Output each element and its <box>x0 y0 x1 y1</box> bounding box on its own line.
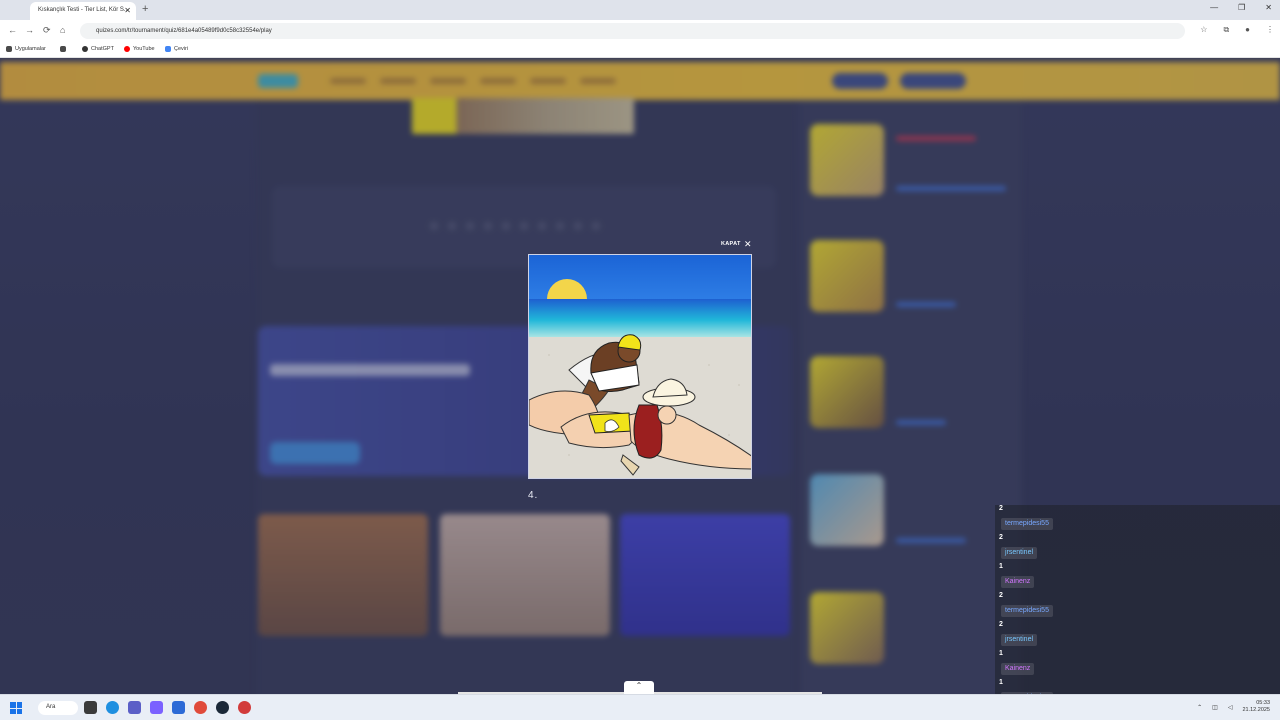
url-text: quizes.com/tr/tournament/quiz/681e4a0548… <box>96 28 272 34</box>
tab-strip: Kıskançlık Testi - Tier List, Kör S... ✕… <box>0 0 1280 20</box>
address-bar-row: ← → ⟳ ⌂ quizes.com/tr/tournament/quiz/68… <box>0 20 1280 42</box>
chat-count: 2 <box>999 534 1003 541</box>
apps-grid-icon <box>6 46 12 52</box>
chat-count: 2 <box>999 505 1003 512</box>
windows-start-icon[interactable] <box>10 702 22 714</box>
chat-username: termepidesi55 <box>1001 605 1053 617</box>
tab-title: Kıskançlık Testi - Tier List, Kör S... <box>38 7 129 13</box>
chrome-icon[interactable] <box>194 701 207 714</box>
chat-count: 1 <box>999 650 1003 657</box>
chat-username: jrsentinel <box>1001 634 1038 646</box>
obs-icon[interactable] <box>238 701 251 714</box>
bookmark-label: ChatGPT <box>91 46 114 52</box>
extensions-icon[interactable]: ⧉ <box>1223 25 1229 35</box>
home-icon[interactable]: ⌂ <box>60 25 65 35</box>
chat-overlay: 2 termepidesi55 2 jrsentinel 1 Kainenz 2… <box>995 505 1280 720</box>
profile-avatar[interactable]: ● <box>1245 25 1250 35</box>
chat-message: 2 termepidesi55 <box>995 592 1280 621</box>
chat-username: jrsentinel <box>1001 547 1038 559</box>
chatgpt-icon <box>82 46 88 52</box>
forward-icon[interactable]: → <box>25 25 34 35</box>
chevron-up-icon: ⌃ <box>635 681 643 690</box>
back-icon[interactable]: ← <box>8 25 17 35</box>
menu-icon[interactable]: ⋮ <box>1266 25 1274 35</box>
bookmark-apps[interactable]: Uygulamalar <box>6 46 46 52</box>
network-icon[interactable]: ◫ <box>1212 704 1218 711</box>
steam-icon[interactable] <box>216 701 229 714</box>
minimize-button[interactable]: — <box>1210 3 1218 12</box>
chat-message: 2 termepidesi55 <box>995 505 1280 534</box>
taskbar: Ara ⌃ ◫ ◁ 05:33 21.12.2025 <box>0 694 1280 720</box>
grid-icon <box>60 46 66 52</box>
tray-chevron-icon[interactable]: ⌃ <box>1197 704 1202 711</box>
new-tab-button[interactable]: + <box>142 3 148 15</box>
close-icon[interactable]: ✕ <box>744 239 752 250</box>
search-label: Ara <box>46 704 56 710</box>
address-icons: ☆ ⧉ ● ⋮ <box>1200 25 1274 35</box>
taskbar-search[interactable]: Ara <box>38 701 78 715</box>
copilot-icon[interactable] <box>150 701 163 714</box>
bookmark-label: Çeviri <box>174 46 189 52</box>
chat-message: 2 jrsentinel <box>995 534 1280 563</box>
time-text: 05:33 <box>1256 700 1270 706</box>
taskbar-apps <box>84 701 251 714</box>
browser-tab[interactable]: Kıskançlık Testi - Tier List, Kör S... ✕ <box>30 2 136 20</box>
clock[interactable]: 05:33 21.12.2025 <box>1242 700 1270 714</box>
chat-username: termepidesi55 <box>1001 518 1053 530</box>
chat-count: 1 <box>999 563 1003 570</box>
close-button[interactable]: KAPAT <box>721 241 741 247</box>
image-caption: 4. <box>528 490 539 501</box>
reload-icon[interactable]: ⟳ <box>43 25 51 36</box>
teams-icon[interactable] <box>128 701 141 714</box>
translate-icon <box>165 46 171 52</box>
store-icon[interactable] <box>172 701 185 714</box>
chat-count: 2 <box>999 621 1003 628</box>
bookmark-star-icon[interactable]: ☆ <box>1200 25 1207 35</box>
bookmark-label: Uygulamalar <box>15 46 46 52</box>
chat-count: 2 <box>999 592 1003 599</box>
url-field[interactable]: quizes.com/tr/tournament/quiz/681e4a0548… <box>80 23 1185 39</box>
volume-icon[interactable]: ◁ <box>1228 704 1233 711</box>
task-view-icon[interactable] <box>84 701 97 714</box>
bookmark-youtube[interactable]: YouTube <box>124 46 155 52</box>
youtube-icon <box>124 46 130 52</box>
chat-username: Kainenz <box>1001 663 1035 675</box>
bookmark-grid[interactable] <box>60 46 66 52</box>
maximize-button[interactable]: ❐ <box>1238 3 1245 12</box>
bookmark-translate[interactable]: Çeviri <box>165 46 188 52</box>
bookmarks-bar: Uygulamalar ChatGPT YouTube Çeviri <box>0 42 1280 58</box>
quiz-image <box>528 254 752 479</box>
tab-close-icon[interactable]: ✕ <box>124 6 131 15</box>
system-tray: ⌃ ◫ ◁ 05:33 21.12.2025 <box>1197 700 1270 714</box>
bookmark-chatgpt[interactable]: ChatGPT <box>82 46 114 52</box>
bookmark-label: YouTube <box>133 46 155 52</box>
chat-count: 1 <box>999 679 1003 686</box>
chat-message: 1 Kainenz <box>995 650 1280 679</box>
date-text: 21.12.2025 <box>1242 707 1270 713</box>
edge-icon[interactable] <box>106 701 119 714</box>
scroll-up-button[interactable]: ⌃ <box>624 681 654 694</box>
chat-message: 2 jrsentinel <box>995 621 1280 650</box>
chat-username: Kainenz <box>1001 576 1035 588</box>
beach-illustration <box>529 255 751 478</box>
close-window-button[interactable]: ✕ <box>1265 3 1272 12</box>
chat-message: 1 Kainenz <box>995 563 1280 592</box>
window-controls: — ❐ ✕ <box>1210 3 1272 12</box>
